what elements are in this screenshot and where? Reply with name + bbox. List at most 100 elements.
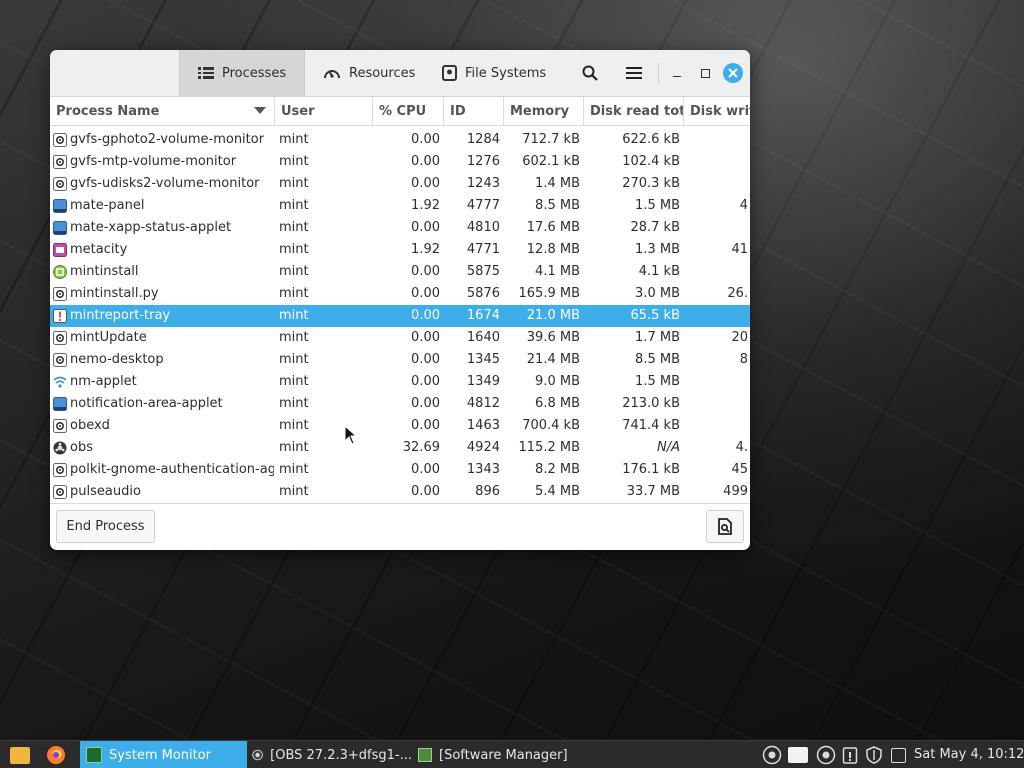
table-row[interactable]: mintinstall.py mint 0.00 5876 165.9 MB 3.0 MB… [50,283,750,305]
folder-icon [10,746,30,764]
process-id: 4777 [466,198,500,213]
process-disk-read: 4.1 kB [638,264,680,279]
maximize-button[interactable] [695,63,715,83]
process-name: mintreport-tray [70,308,171,323]
table-row[interactable]: metacity mint 1.92 4771 12.8 MB 1.3 MB 41 [50,239,750,261]
process-id: 1674 [466,308,500,323]
taskbar-item-software-manager[interactable]: [Software Manager] [418,741,568,768]
panel-process-icon [53,199,67,213]
table-row[interactable]: gvfs-gphoto2-volume-monitor mint 0.00 1284 7… [50,129,750,151]
process-user: mint [279,308,309,323]
clock[interactable]: Sat May 4, 10:12 [914,741,1024,768]
process-cpu: 1.92 [411,198,440,213]
column-header-memory[interactable]: Memory [504,97,584,125]
column-header-disk-write[interactable]: Disk write [684,97,750,125]
process-disk-read: 28.7 kB [630,220,680,235]
process-name: mate-xapp-status-applet [70,220,232,235]
mintinstall-process-icon [53,265,67,279]
process-disk-write: 26. [727,286,748,301]
tab-resources[interactable]: Resources [305,50,433,96]
disk-icon [442,65,457,81]
maximize-icon [700,68,710,78]
search-button[interactable] [576,60,604,86]
process-disk-read: 1.5 MB [635,198,680,213]
sort-descending-icon [254,107,266,114]
obs-tray-icon [762,745,782,765]
table-row[interactable]: nemo-desktop mint 0.00 1345 21.4 MB 8.5 MB 8 [50,349,750,371]
wifi-process-icon [53,375,67,389]
show-desktop-button[interactable] [10,741,36,768]
process-disk-write: 45 [731,462,748,477]
process-memory: 21.4 MB [526,352,580,367]
tray-report-icon[interactable] [840,745,860,765]
column-header-disk-read-total[interactable]: Disk read total [584,97,684,125]
table-row[interactable]: pulseaudio mint 0.00 896 5.4 MB 33.7 MB 499 [50,481,750,502]
column-header-id[interactable]: ID [444,97,504,125]
process-id: 1284 [466,132,500,147]
process-cpu: 0.00 [411,374,440,389]
process-disk-write: 8 [739,352,748,367]
column-header-cpu[interactable]: % CPU [373,97,444,125]
column-header-user[interactable]: User [275,97,373,125]
gear-process-icon [53,287,67,301]
column-header-process-name[interactable]: Process Name [50,97,275,125]
process-cpu: 0.00 [411,396,440,411]
document-search-icon [718,518,732,535]
panel-process-icon [53,397,67,411]
table-row[interactable]: mintreport-tray mint 0.00 1674 21.0 MB 65.5 k… [50,305,750,327]
process-id: 4924 [466,440,500,455]
tab-processes[interactable]: Processes [179,50,305,96]
process-disk-write: 4 [739,198,748,213]
table-row[interactable]: nm-applet mint 0.00 1349 9.0 MB 1.5 MB [50,371,750,393]
table-row[interactable]: notification-area-applet mint 0.00 4812 6.8 … [50,393,750,415]
process-cpu: 1.92 [411,242,440,257]
obs-tray-icon-2 [816,745,836,765]
table-row[interactable]: mate-xapp-status-applet mint 0.00 4810 17.6 … [50,217,750,239]
process-name: obexd [70,418,110,433]
end-process-button[interactable]: End Process [56,510,155,543]
metacity-process-icon [53,243,67,257]
process-memory: 9.0 MB [535,374,580,389]
process-disk-write [690,371,748,393]
tray-network-icon[interactable] [888,745,908,765]
table-header: Process Name User % CPU ID Memory Disk r… [50,97,750,126]
tray-keyboard-icon[interactable] [788,745,808,765]
process-cpu: 0.00 [411,220,440,235]
table-row[interactable]: gvfs-mtp-volume-monitor mint 0.00 1276 602.1… [50,151,750,173]
gear-process-icon [53,353,67,367]
table-row[interactable]: polkit-gnome-authentication-agent-1 mint 0… [50,459,750,481]
table-row[interactable]: gvfs-udisks2-volume-monitor mint 0.00 1243 1… [50,173,750,195]
tray-obs-2-icon[interactable] [816,745,836,765]
menu-button[interactable] [620,60,648,86]
tab-file-systems[interactable]: File Systems [424,50,564,96]
tray-update-icon[interactable] [864,745,884,765]
taskbar-item-system-monitor[interactable]: System Monitor [80,741,247,768]
process-memory: 17.6 MB [526,220,580,235]
process-disk-write [690,173,748,195]
table-row[interactable]: obexd mint 0.00 1463 700.4 kB 741.4 kB [50,415,750,437]
process-properties-button[interactable] [706,510,744,543]
process-id: 5876 [466,286,500,301]
software-manager-icon [418,748,432,762]
process-id: 4812 [466,396,500,411]
process-id: 1276 [466,154,500,169]
process-disk-write [690,129,748,151]
table-row[interactable]: mintUpdate mint 0.00 1640 39.6 MB 1.7 MB 20 [50,327,750,349]
process-memory: 12.8 MB [526,242,580,257]
table-row[interactable]: mate-panel mint 1.92 4777 8.5 MB 1.5 MB 4 [50,195,750,217]
process-name: notification-area-applet [70,396,223,411]
minimize-button[interactable] [667,63,687,83]
process-memory: 1.4 MB [535,176,580,191]
firefox-launcher[interactable] [46,741,72,768]
process-user: mint [279,374,309,389]
table-row[interactable]: mintinstall mint 0.00 5875 4.1 MB 4.1 kB [50,261,750,283]
process-disk-read: 176.1 kB [622,462,680,477]
close-button[interactable] [723,63,743,83]
taskbar-item-obs[interactable]: [OBS 27.2.3+dfsg1-... [252,741,412,768]
process-cpu: 0.00 [411,484,440,499]
tray-obs-icon[interactable] [762,745,782,765]
gear-process-icon [53,155,67,169]
list-icon [198,67,214,79]
process-disk-write: 41 [731,242,748,257]
table-row[interactable]: obs mint 32.69 4924 115.2 MB N/A 4. [50,437,750,459]
